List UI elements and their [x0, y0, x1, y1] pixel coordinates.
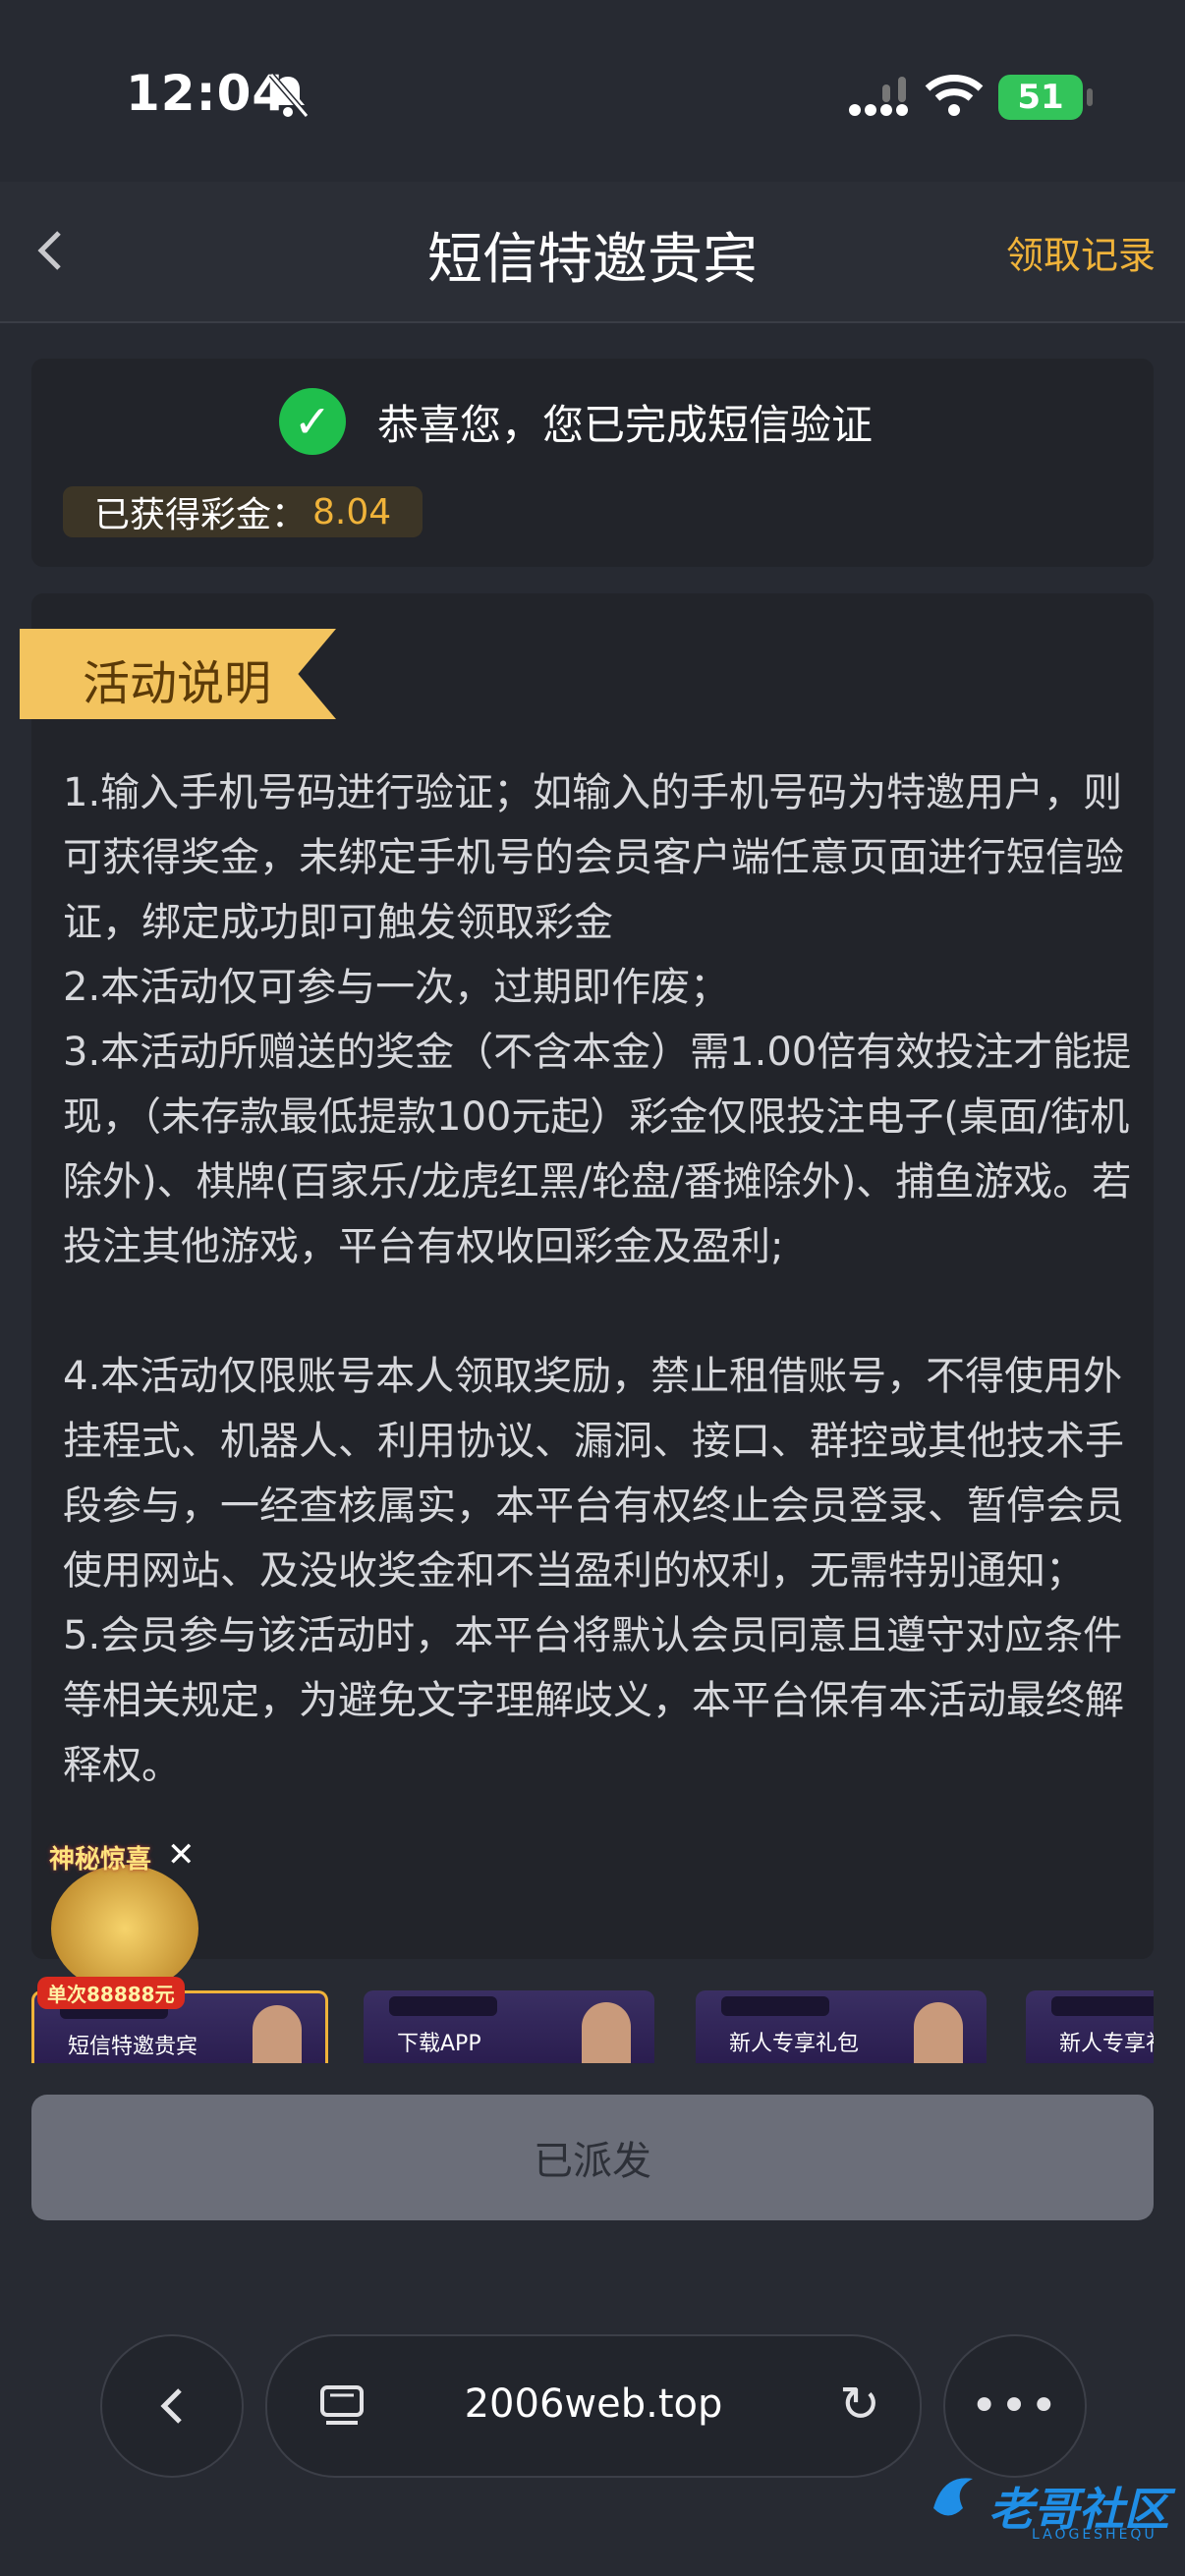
banner-item[interactable]: 下载APP — [364, 1990, 654, 2063]
watermark-logo: 老哥社区 LAOGESHEQU — [924, 2464, 1169, 2552]
check-circle-icon: ✓ — [279, 388, 346, 455]
records-link[interactable]: 领取记录 — [1006, 225, 1156, 279]
bonus-value: 8.04 — [312, 491, 392, 532]
battery-level: 51 — [1017, 78, 1064, 117]
verification-success-card: ✓ 恭喜您，您已完成短信验证 已获得彩金： 8.04 — [31, 359, 1154, 567]
chevron-left-icon — [160, 2388, 182, 2424]
status-time: 12:04 — [126, 65, 288, 122]
bonus-badge: 已获得彩金： 8.04 — [63, 486, 423, 537]
watermark-subtext: LAOGESHEQU — [1032, 2527, 1157, 2543]
activity-description-card: 活动说明 1.输入手机号码进行验证；如输入的手机号码为特邀用户，则可获得奖金，未… — [20, 593, 1154, 1959]
address-bar[interactable]: 2006web.top ↻ — [265, 2334, 922, 2478]
close-icon[interactable]: ✕ — [167, 1835, 196, 1875]
banner-model-image — [914, 2002, 963, 2063]
dragon-logo-icon — [933, 2478, 973, 2516]
promo-badge: 单次88888元 — [37, 1977, 185, 2009]
reload-icon[interactable]: ↻ — [839, 2376, 880, 2433]
banner-logo — [1051, 1996, 1154, 2016]
money-tree-icon — [51, 1865, 198, 1992]
section-tag-label: 活动说明 — [83, 656, 272, 711]
banner-label: 短信特邀贵宾 — [68, 2035, 198, 2059]
ellipsis-icon: ••• — [970, 2379, 1060, 2434]
url-text[interactable]: 2006web.top — [267, 2381, 920, 2427]
more-options-button[interactable]: ••• — [943, 2334, 1087, 2478]
dispatched-button[interactable]: 已派发 — [31, 2095, 1154, 2220]
success-message: 恭喜您，您已完成短信验证 — [377, 401, 874, 449]
cellular-signal-icon — [849, 77, 908, 116]
banner-logo — [721, 1996, 829, 2016]
banner-label: 新人专享礼包 — [729, 2032, 860, 2056]
page-header: 短信特邀贵宾 领取记录 — [0, 182, 1185, 323]
bell-muted-icon — [268, 73, 310, 118]
banner-model-image — [582, 2002, 631, 2063]
activity-rules-text: 1.输入手机号码进行验证；如输入的手机号码为特邀用户，则可获得奖金，未绑定手机号… — [63, 770, 1132, 1788]
wifi-icon — [925, 75, 984, 116]
banner-logo — [389, 1996, 497, 2016]
banner-label: 下载APP — [397, 2032, 481, 2056]
banner-label: 新人专享礼包 — [1059, 2032, 1154, 2056]
banner-item[interactable]: 新人专享礼包 — [696, 1990, 987, 2063]
browser-back-button[interactable] — [100, 2334, 244, 2478]
promo-title: 神秘惊喜 — [49, 1845, 152, 1875]
status-bar: 12:04 51 — [0, 0, 1185, 182]
banner-item[interactable]: 新人专享礼包 — [1026, 1990, 1154, 2063]
battery-indicator: 51 — [998, 75, 1093, 120]
bonus-label: 已获得彩金： — [94, 495, 308, 535]
banner-model-image — [253, 2005, 302, 2063]
floating-promo-widget[interactable]: 神秘惊喜 ✕ 单次88888元 — [33, 1835, 200, 2016]
